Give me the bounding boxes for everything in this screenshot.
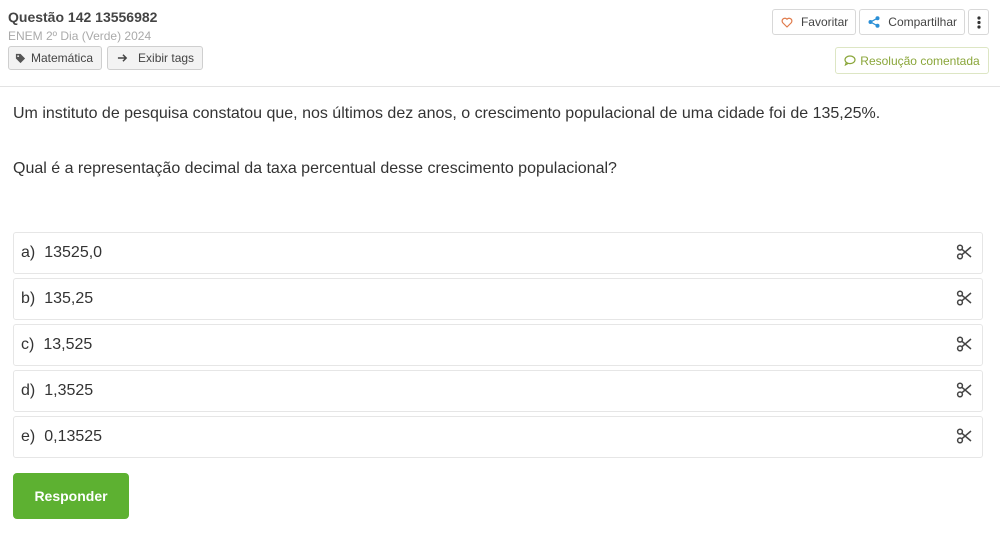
option-text: 13,525 bbox=[43, 336, 93, 353]
more-vertical-icon bbox=[976, 15, 981, 29]
option-text: 1,3525 bbox=[44, 382, 94, 399]
tag-icon bbox=[15, 53, 26, 63]
tag-row: Matemática Exibir tags bbox=[8, 46, 204, 70]
question-statement: Um instituto de pesquisa constatou que, … bbox=[13, 105, 881, 122]
option-text: 0,13525 bbox=[44, 428, 103, 445]
answer-options: a) 13525,0 b) 135,25 c) 13,525 d) 1,3525 bbox=[13, 232, 983, 462]
option-letter: c) bbox=[21, 336, 35, 353]
scissors-icon[interactable] bbox=[956, 428, 972, 444]
option-letter: a) bbox=[21, 244, 36, 261]
scissors-icon[interactable] bbox=[956, 244, 972, 260]
show-tags-label: Exibir tags bbox=[138, 51, 195, 65]
arrow-right-icon bbox=[117, 54, 128, 62]
question-title: Questão 142 13556982 bbox=[8, 9, 158, 25]
submit-answer-button[interactable]: Responder bbox=[13, 473, 129, 519]
top-actions: Favoritar Compartilhar bbox=[771, 9, 989, 35]
share-button[interactable]: Compartilhar bbox=[859, 9, 965, 35]
option-d[interactable]: d) 1,3525 bbox=[13, 370, 983, 412]
commented-resolution-label: Resolução comentada bbox=[860, 53, 980, 68]
scissors-icon[interactable] bbox=[956, 382, 972, 398]
question-header: Questão 142 13556982 ENEM 2º Dia (Verde)… bbox=[0, 0, 1000, 87]
favorite-button[interactable]: Favoritar bbox=[771, 9, 857, 35]
option-letter: b) bbox=[21, 290, 36, 307]
option-text: 135,25 bbox=[44, 290, 94, 307]
heart-icon bbox=[781, 17, 793, 28]
subject-tag-label: Matemática bbox=[31, 51, 94, 65]
show-tags-button[interactable]: Exibir tags bbox=[107, 46, 204, 70]
favorite-label: Favoritar bbox=[800, 15, 849, 29]
more-options-button[interactable] bbox=[968, 9, 989, 35]
exam-subtitle: ENEM 2º Dia (Verde) 2024 bbox=[8, 29, 152, 43]
option-letter: d) bbox=[21, 382, 36, 399]
share-label: Compartilhar bbox=[888, 15, 957, 29]
question-prompt: Qual é a representação decimal da taxa p… bbox=[13, 160, 617, 177]
option-a[interactable]: a) 13525,0 bbox=[13, 232, 983, 274]
option-letter: e) bbox=[21, 428, 36, 445]
option-c[interactable]: c) 13,525 bbox=[13, 324, 983, 366]
comment-icon bbox=[844, 55, 856, 66]
option-e[interactable]: e) 0,13525 bbox=[13, 416, 983, 458]
scissors-icon[interactable] bbox=[956, 336, 972, 352]
option-b[interactable]: b) 135,25 bbox=[13, 278, 983, 320]
commented-resolution-button[interactable]: Resolução comentada bbox=[835, 47, 989, 74]
option-text: 13525,0 bbox=[44, 244, 103, 261]
share-icon bbox=[868, 16, 880, 28]
subject-tag-button[interactable]: Matemática bbox=[8, 46, 103, 70]
scissors-icon[interactable] bbox=[956, 290, 972, 306]
